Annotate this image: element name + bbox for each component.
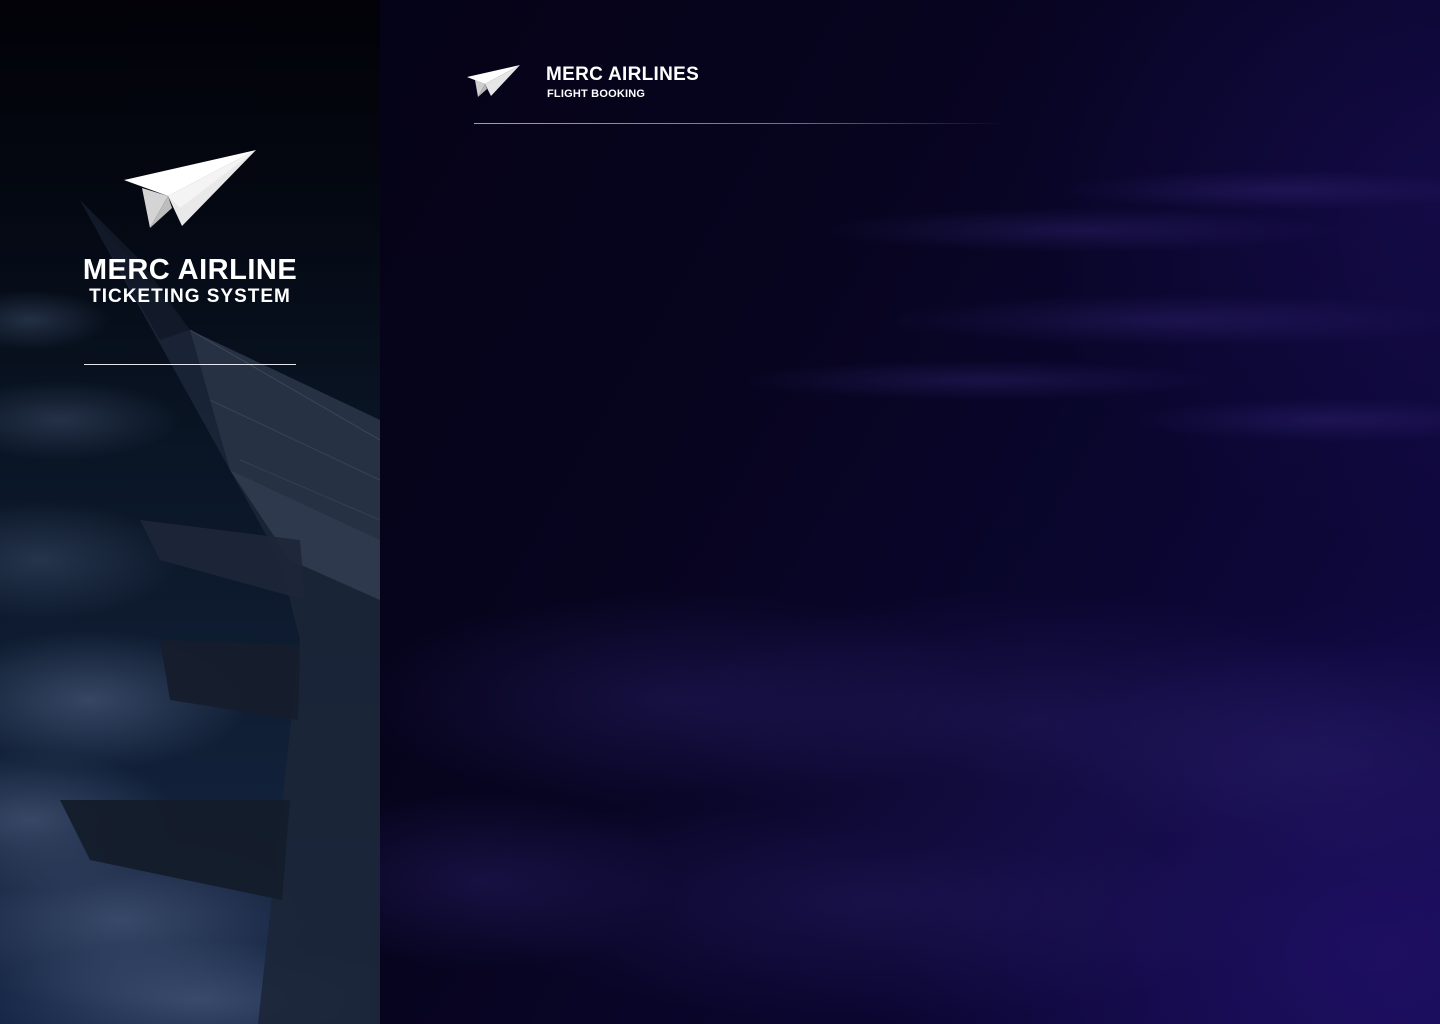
brand-title: MERC AIRLINE — [82, 254, 298, 286]
sidebar-divider — [84, 364, 296, 365]
header-title: MERC AIRLINES — [546, 64, 700, 85]
header-subtitle: FLIGHT BOOKING — [547, 88, 646, 100]
app-window: MERC AIRLINE TICKETING SYSTEM MERC AIRLI… — [0, 0, 1440, 1024]
paper-plane-icon — [467, 65, 520, 97]
header-divider — [474, 123, 1004, 124]
main-panel: MERC AIRLINES FLIGHT BOOKING — [380, 0, 1440, 1024]
sidebar-panel: MERC AIRLINE TICKETING SYSTEM — [0, 0, 380, 1024]
paper-plane-icon — [124, 150, 256, 228]
brand-subtitle: TICKETING SYSTEM — [89, 286, 291, 307]
app-header: MERC AIRLINES FLIGHT BOOKING — [466, 60, 1026, 130]
cloud-background — [380, 170, 1440, 1020]
